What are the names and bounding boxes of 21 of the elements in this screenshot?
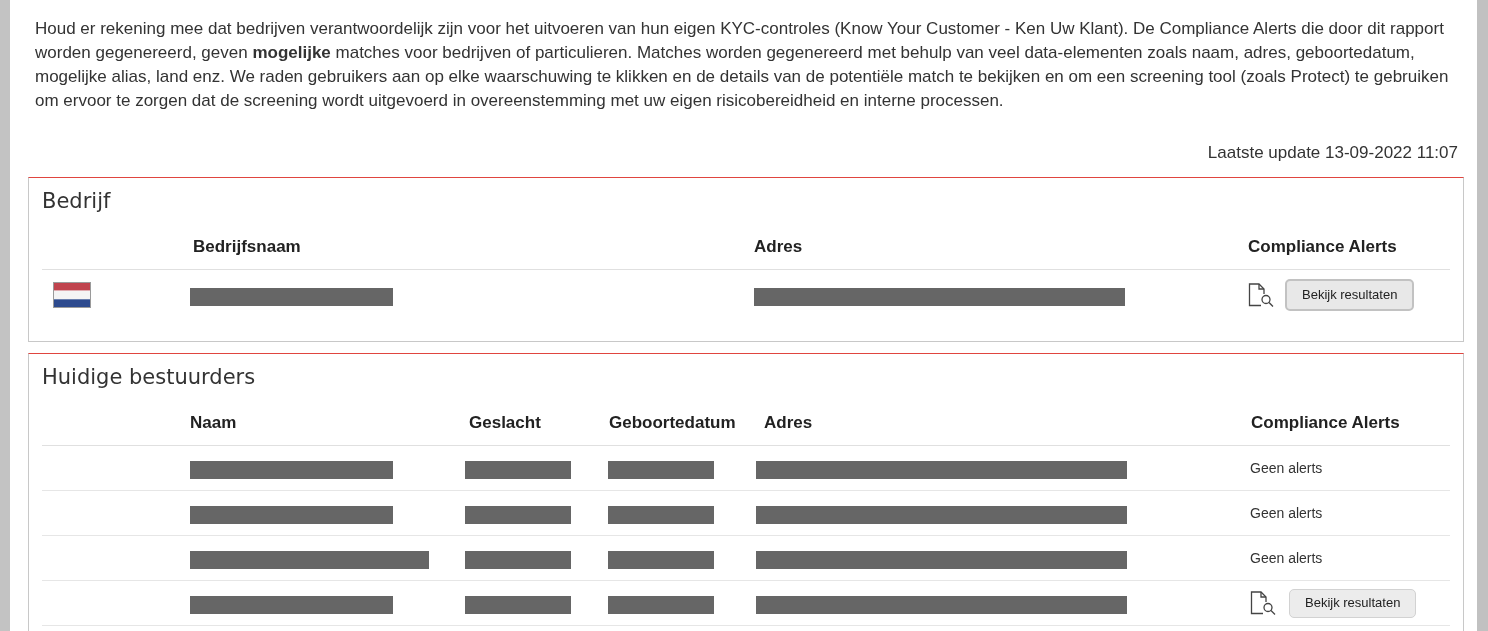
section-title: Huidige bestuurders bbox=[41, 364, 256, 391]
alerts-status: Geen alerts bbox=[1250, 550, 1323, 566]
column-header: Geboortedatum bbox=[609, 413, 736, 433]
view-results-button[interactable]: Bekijk resultaten bbox=[1289, 588, 1417, 618]
alerts-status: Geen alerts bbox=[1250, 505, 1323, 521]
notice-text: Houd er rekening mee dat bedrijven verantwoordelijk zijn voor het uitvoeren van hun eigen KYC-controles (Know Your Customer - Ken Uw Klant). De Compliance Alerts die door dit rapport worden gegenereerd, geven mogelijke matches voor bedrijven of particulieren. Matches worden gegenereerd met behulp van veel data-elementen zoals naam, adres, geboortedatum, mogelijke alias, land enz. We raden gebruikers aan op elke waarschuwing te klikken en de details van de potentiële match te bekijken en om een screening tool (zoals Protect) te gebruiken om ervoor te zorgen dat de screening wordt uitgevoerd in overeenstemming met uw eigen risicobereidheid en interne processen. bbox=[35, 18, 1450, 112]
document-search-icon bbox=[1250, 591, 1276, 615]
column-header: Compliance Alerts bbox=[1248, 237, 1397, 257]
column-header: Adres bbox=[754, 237, 803, 257]
alerts-status: Geen alerts bbox=[1250, 460, 1323, 476]
last-update-text: Laatste update 13-09-2022 11:07 bbox=[1207, 142, 1458, 164]
section-title: Bedrijf bbox=[41, 188, 111, 215]
flag-icon bbox=[53, 282, 91, 308]
view-results-button[interactable]: Bekijk resultaten bbox=[1285, 279, 1415, 311]
column-header: Bedrijfsnaam bbox=[193, 237, 301, 257]
column-header: Adres bbox=[764, 413, 813, 433]
column-header: Compliance Alerts bbox=[1251, 413, 1400, 433]
scrollbar[interactable] bbox=[1477, 0, 1488, 631]
column-header: Naam bbox=[190, 413, 237, 433]
column-header: Geslacht bbox=[469, 413, 541, 433]
document-search-icon bbox=[1248, 283, 1274, 307]
